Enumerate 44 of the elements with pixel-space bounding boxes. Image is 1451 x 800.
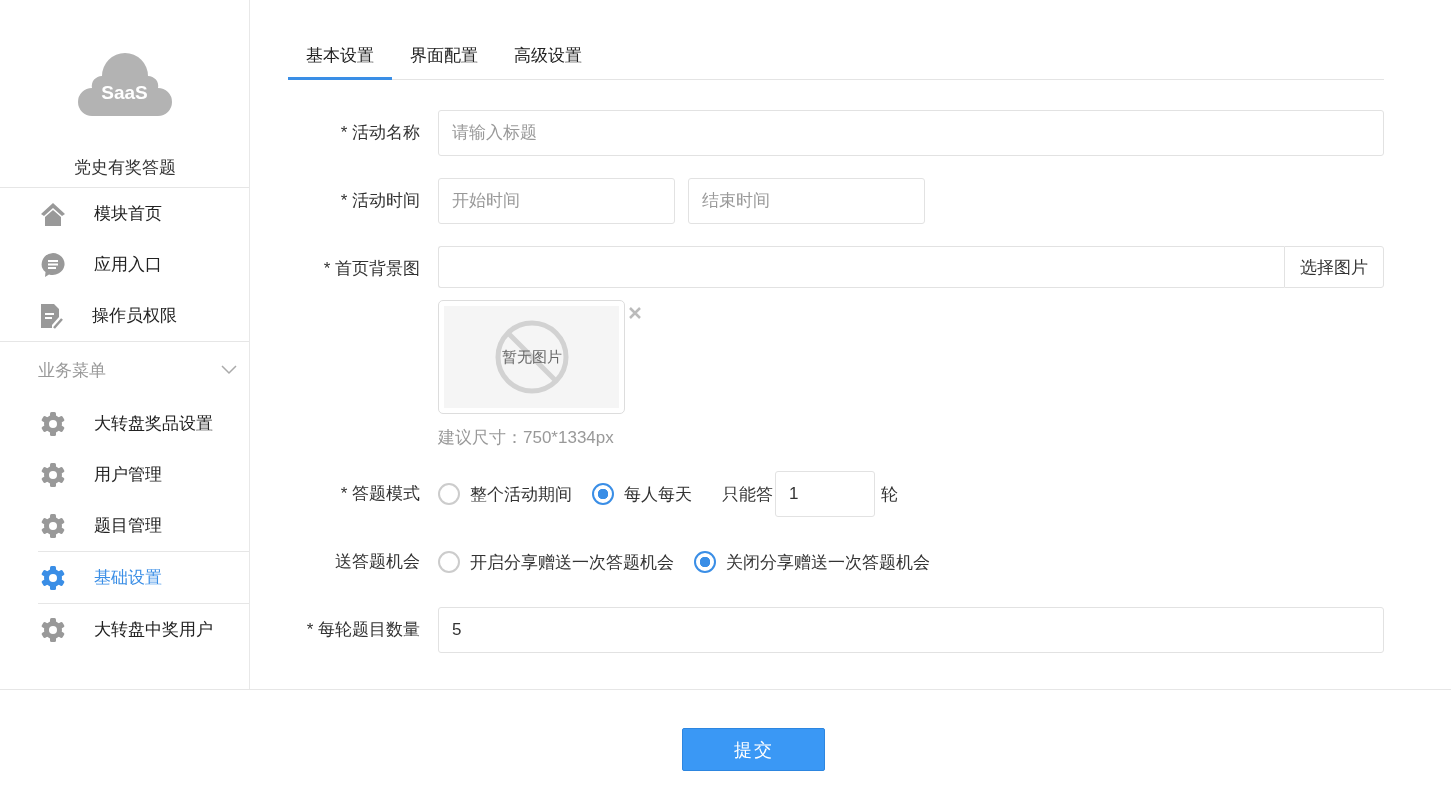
field-label: * 首页背景图 xyxy=(322,258,421,280)
app-title: 党史有奖答题 xyxy=(73,157,176,179)
size-hint: 建议尺寸：750*1334px xyxy=(438,427,614,449)
field-label: 送答题机会 xyxy=(334,551,421,573)
start-time-field[interactable]: 开始时间 xyxy=(438,178,675,224)
menu-item[interactable]: 大转盘中奖用户 xyxy=(0,604,249,655)
tab[interactable]: 高级设置 xyxy=(496,40,600,80)
tab[interactable]: 界面配置 xyxy=(392,40,496,80)
choose-image-button[interactable]: 选择图片 xyxy=(1284,246,1384,288)
field-label: * 答题模式 xyxy=(339,483,421,505)
menu-item[interactable]: 应用入口 xyxy=(0,239,249,290)
rounds-field[interactable]: 1 xyxy=(775,471,875,517)
field-label: * 活动名称 xyxy=(339,122,421,144)
end-time-field[interactable]: 结束时间 xyxy=(688,178,925,224)
close-icon[interactable] xyxy=(629,307,641,319)
tab[interactable]: 基本设置 xyxy=(288,40,392,80)
menu-item[interactable]: 题目管理 xyxy=(0,500,249,551)
rounds-prefix: 只能答 xyxy=(722,483,773,506)
gear-icon xyxy=(40,616,66,643)
prohibited-icon xyxy=(493,319,570,395)
no-image-text: 暂无图片 xyxy=(501,347,562,367)
gear-icon xyxy=(40,512,66,539)
radio-option[interactable]: 每人每天 xyxy=(592,482,692,506)
chat-icon xyxy=(40,251,66,278)
logo-text: SaaS xyxy=(101,82,148,104)
menu-item[interactable]: 用户管理 xyxy=(0,449,249,500)
radio-option[interactable]: 开启分享赠送一次答题机会 xyxy=(438,550,674,574)
menu-item[interactable]: 模块首页 xyxy=(0,188,249,239)
radio-option[interactable]: 整个活动期间 xyxy=(438,482,572,506)
radio-option[interactable]: 关闭分享赠送一次答题机会 xyxy=(694,550,930,574)
document-edit-icon xyxy=(40,302,64,329)
chevron-icon xyxy=(221,365,237,375)
field-label: * 每轮题目数量 xyxy=(305,619,421,641)
gear-icon xyxy=(40,410,66,437)
home-icon xyxy=(40,201,66,226)
menu-item[interactable]: 操作员权限 xyxy=(0,290,249,341)
rounds-suffix: 轮 xyxy=(881,483,898,506)
gear-icon xyxy=(40,461,66,488)
image-path-field[interactable] xyxy=(438,246,1284,288)
menu-item[interactable]: 大转盘奖品设置 xyxy=(0,398,249,449)
input-field[interactable]: 请输入标题 xyxy=(438,110,1384,156)
field-label: * 活动时间 xyxy=(339,190,421,212)
gear-icon xyxy=(40,564,66,591)
input-field[interactable]: 5 xyxy=(438,607,1384,653)
